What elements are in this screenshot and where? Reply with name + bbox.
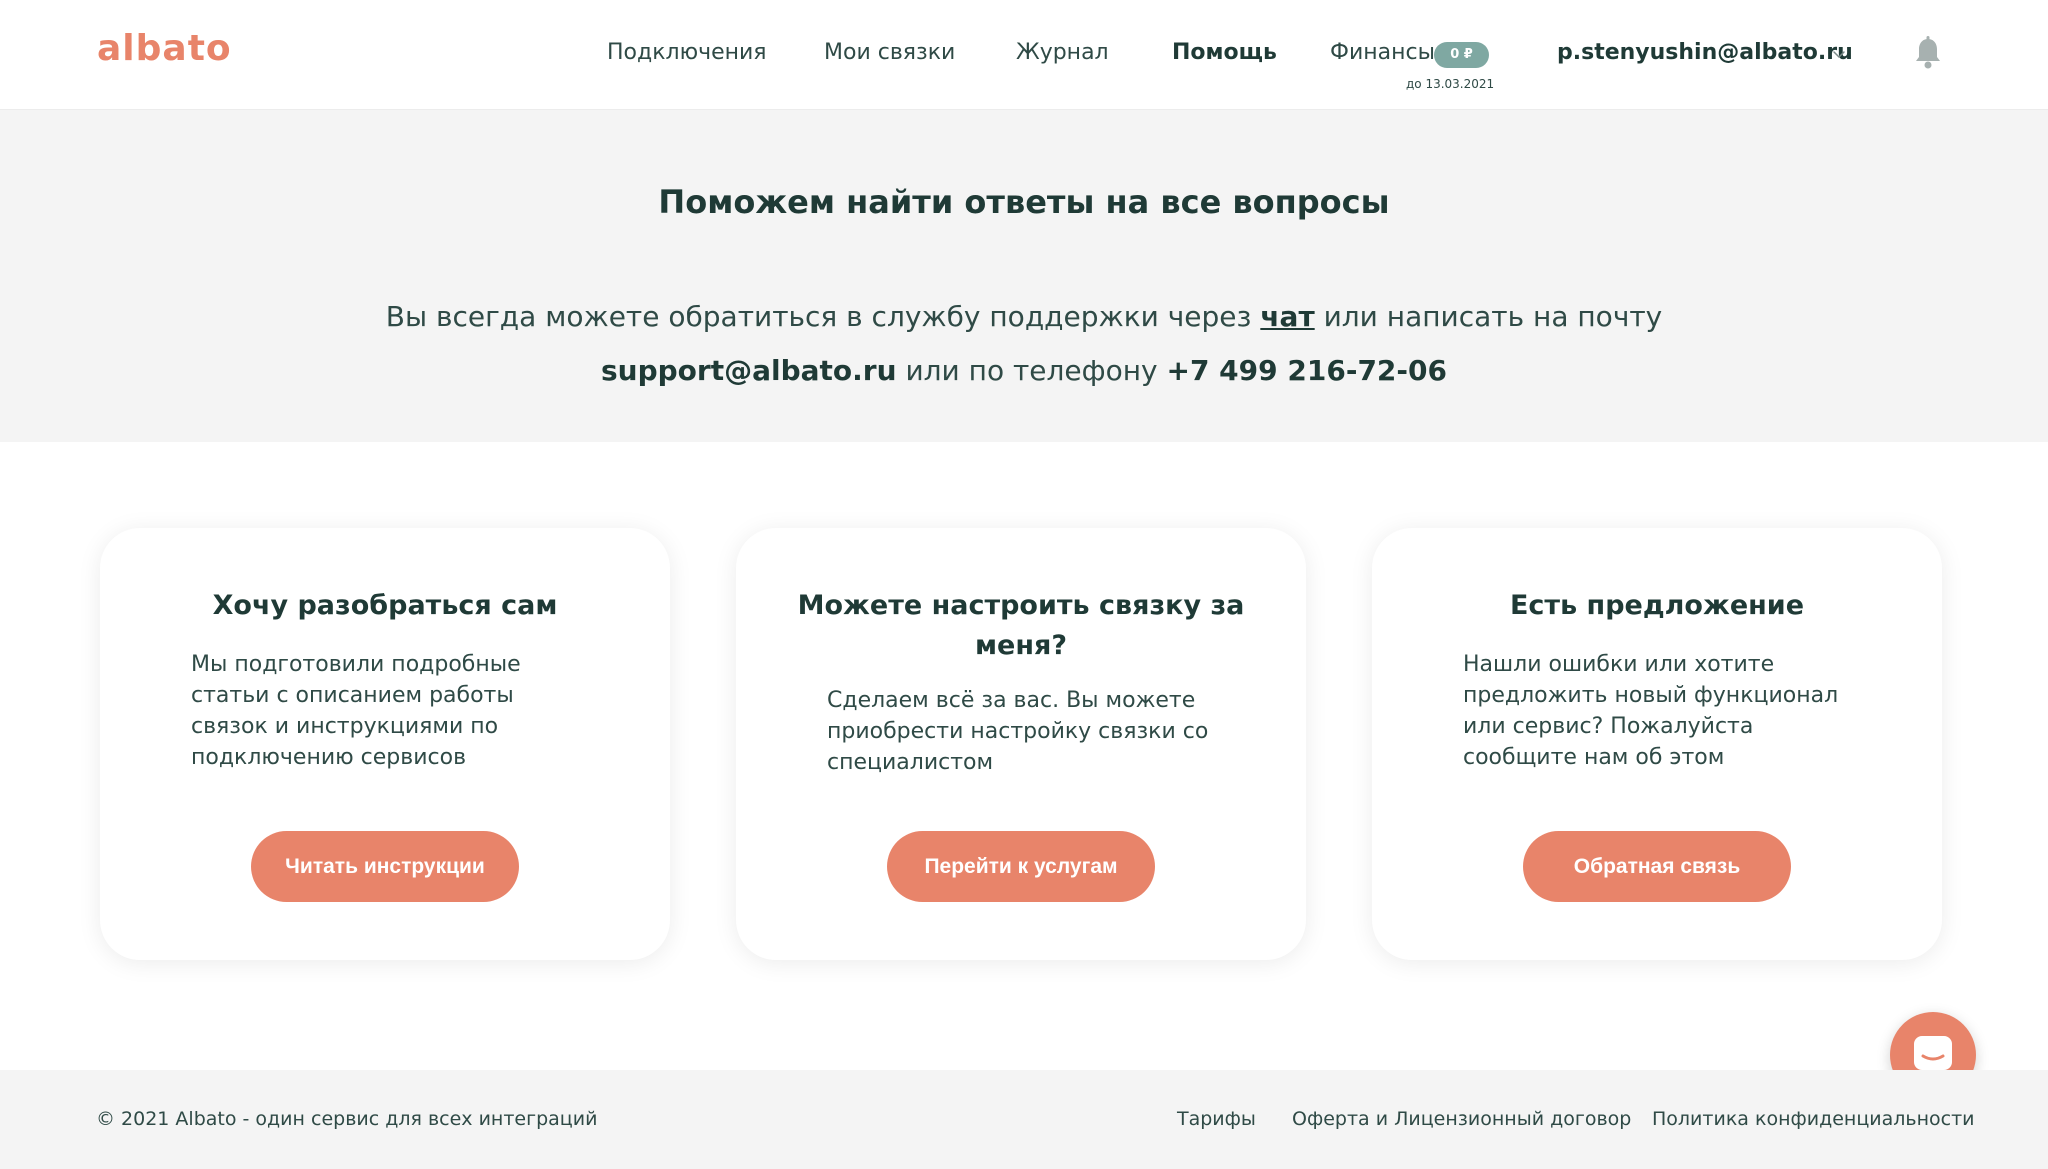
support-text-phone-intro: или по телефону <box>896 354 1167 387</box>
top-header: albato Подключения Мои связки Журнал Пом… <box>0 0 2048 110</box>
card-title: Есть предложение <box>1509 590 1805 621</box>
footer-link-privacy[interactable]: Политика конфиденциальности <box>1652 1108 1975 1130</box>
user-account-email[interactable]: p.stenyushin@albato.ru <box>1557 40 1853 65</box>
card-title: Можете настроить связку за меня? <box>797 590 1245 661</box>
support-phone[interactable]: +7 499 216-72-06 <box>1166 354 1447 387</box>
card-text: Нашли ошибки или хотите предложить новый… <box>1463 652 1839 770</box>
card-suggestion: Есть предложение Нашли ошибки или хотите… <box>1372 528 1942 960</box>
card-title: Хочу разобраться сам <box>212 590 558 621</box>
finance-balance-badge: 0 ₽ <box>1434 42 1489 68</box>
chevron-down-icon[interactable] <box>1832 46 1846 60</box>
nav-finance[interactable]: Финансы <box>1330 40 1435 65</box>
nav-connections[interactable]: Подключения <box>607 40 767 65</box>
support-text-line1: Вы всегда можете обратиться в службу под… <box>0 300 2048 333</box>
card-setup-service: Можете настроить связку за меня? Сделаем… <box>736 528 1306 960</box>
page-title: Поможем найти ответы на все вопросы <box>658 183 1390 221</box>
finance-expiry-date: до 13.03.2021 <box>1406 77 1495 91</box>
support-text-intro: Вы всегда можете обратиться в службу под… <box>385 300 1261 333</box>
chat-link[interactable]: чат <box>1260 300 1314 333</box>
feedback-button[interactable]: Обратная связь <box>1523 831 1791 902</box>
nav-my-bundles[interactable]: Мои связки <box>824 40 955 65</box>
footer-link-offer[interactable]: Оферта и Лицензионный договор <box>1292 1108 1631 1130</box>
support-text-mail-intro: или написать на почту <box>1314 300 1663 333</box>
albato-logo[interactable]: albato <box>97 28 232 69</box>
support-text-line2: support@albato.ru или по телефону +7 499… <box>0 354 2048 387</box>
card-text: Мы подготовили подробные статьи с описан… <box>191 652 521 770</box>
bell-icon[interactable] <box>1913 36 1943 70</box>
card-text: Сделаем всё за вас. Вы можете приобрести… <box>827 688 1209 775</box>
page-footer: © 2021 Albato - один сервис для всех инт… <box>0 1070 2048 1169</box>
nav-journal[interactable]: Журнал <box>1016 40 1109 65</box>
footer-copyright: © 2021 Albato - один сервис для всех инт… <box>96 1108 598 1130</box>
support-email[interactable]: support@albato.ru <box>601 354 897 387</box>
card-self-help: Хочу разобраться сам Мы подготовили подр… <box>100 528 670 960</box>
footer-link-tariffs[interactable]: Тарифы <box>1177 1108 1256 1130</box>
support-hero: Поможем найти ответы на все вопросы Вы в… <box>0 110 2048 442</box>
nav-help[interactable]: Помощь <box>1172 40 1277 65</box>
read-instructions-button[interactable]: Читать инструкции <box>251 831 519 902</box>
go-to-services-button[interactable]: Перейти к услугам <box>887 831 1155 902</box>
